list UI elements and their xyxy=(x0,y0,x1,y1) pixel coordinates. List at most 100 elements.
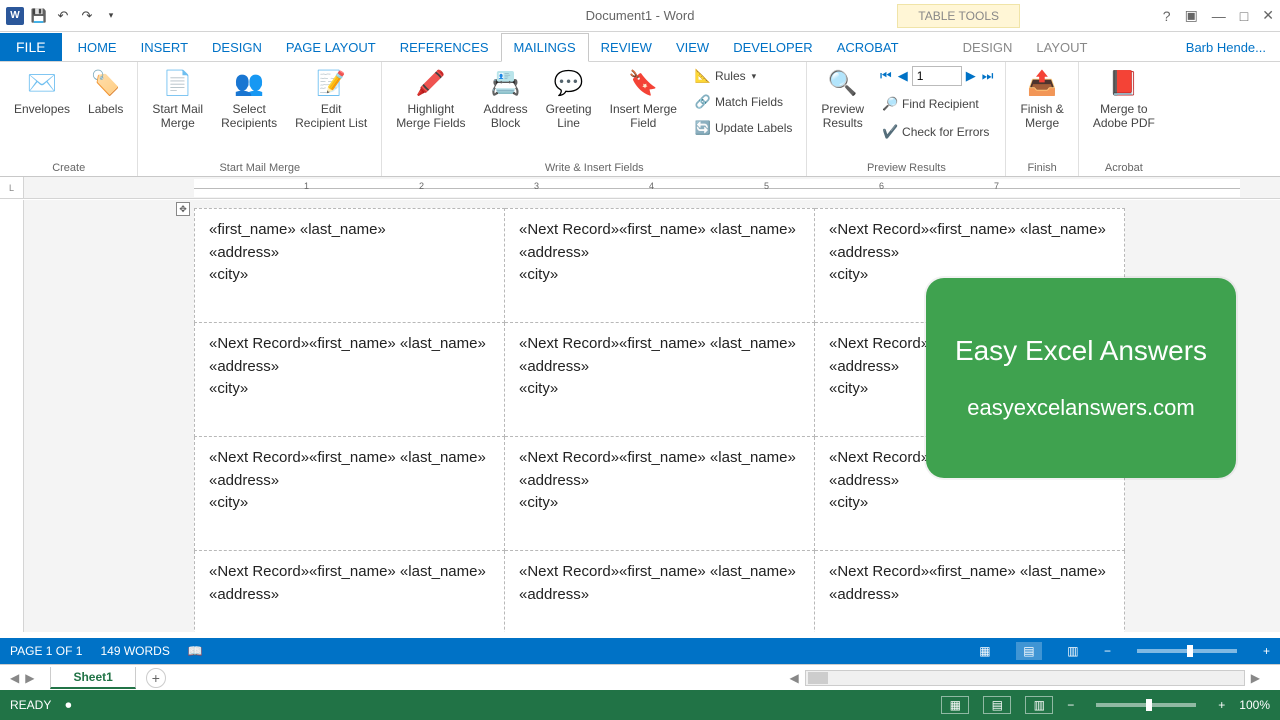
zoom-slider[interactable] xyxy=(1137,649,1237,653)
tab-developer[interactable]: DEVELOPER xyxy=(721,34,824,61)
tab-acrobat[interactable]: ACROBAT xyxy=(825,34,911,61)
redo-icon[interactable]: ↷ xyxy=(76,5,98,27)
insert-merge-field-button[interactable]: 🔖 Insert Merge Field xyxy=(606,66,681,133)
ruler-tick: 1 xyxy=(304,181,309,191)
page-indicator[interactable]: PAGE 1 OF 1 xyxy=(10,644,82,658)
merge-field-line: «address» xyxy=(829,584,1110,607)
excel-zoom-out-icon[interactable]: − xyxy=(1067,698,1074,712)
label-cell[interactable]: «Next Record»«first_name» «last_name» «a… xyxy=(505,551,815,633)
next-record-icon[interactable]: ▶ xyxy=(964,68,978,84)
tab-view[interactable]: VIEW xyxy=(664,34,721,61)
user-name[interactable]: Barb Hende... xyxy=(1182,34,1270,61)
page-break-view-icon[interactable]: ▥ xyxy=(1025,696,1053,714)
merge-field-line: «address» xyxy=(209,470,490,493)
check-label: Check for Errors xyxy=(902,125,989,139)
minimize-icon[interactable]: — xyxy=(1212,8,1226,24)
label-cell[interactable]: «Next Record»«first_name» «last_name» «a… xyxy=(505,209,815,323)
scroll-left-icon[interactable]: ◀ xyxy=(790,671,799,685)
tab-page-layout[interactable]: PAGE LAYOUT xyxy=(274,34,388,61)
word-count[interactable]: 149 WORDS xyxy=(100,644,169,658)
check-errors-button[interactable]: ✔️ Check for Errors xyxy=(878,122,995,142)
labels-button[interactable]: 🏷️ Labels xyxy=(84,66,127,118)
tab-references[interactable]: REFERENCES xyxy=(388,34,501,61)
zoom-out-icon[interactable]: − xyxy=(1104,644,1111,658)
ruler-tick: 2 xyxy=(419,181,424,191)
record-number-input[interactable] xyxy=(912,66,962,86)
check-icon: ✔️ xyxy=(882,124,898,140)
address-block-button[interactable]: 📇 Address Block xyxy=(480,66,532,133)
new-sheet-icon[interactable]: + xyxy=(146,668,166,688)
rules-button[interactable]: 📐Rules▾ xyxy=(691,66,796,86)
maximize-icon[interactable]: □ xyxy=(1240,8,1248,24)
sheet-prev-icon[interactable]: ◀ xyxy=(10,671,19,685)
label-cell[interactable]: «first_name» «last_name» «address» «city… xyxy=(195,209,505,323)
table-tools-label: TABLE TOOLS xyxy=(897,4,1020,28)
find-recipient-button[interactable]: 🔎Find Recipient xyxy=(878,94,995,114)
vertical-ruler[interactable] xyxy=(0,200,24,632)
tab-tools-design[interactable]: DESIGN xyxy=(951,34,1025,61)
merge-field-line: «address» xyxy=(519,356,800,379)
label-cell[interactable]: «Next Record»«first_name» «last_name» «a… xyxy=(505,323,815,437)
edit-list-icon: 📝 xyxy=(315,68,347,100)
merge-field-line: «city» xyxy=(519,378,800,401)
excel-zoom-level[interactable]: 100% xyxy=(1239,698,1270,712)
ribbon-options-icon[interactable]: ▣ xyxy=(1185,7,1198,24)
ribbon-group-preview: 🔍 Preview Results ⏮ ◀ ▶ ⏭ 🔎Find Recipien… xyxy=(807,62,1006,176)
excel-zoom-in-icon[interactable]: + xyxy=(1218,698,1225,712)
scroll-right-icon[interactable]: ▶ xyxy=(1251,671,1260,685)
zoom-in-icon[interactable]: + xyxy=(1263,644,1270,658)
page-layout-view-icon[interactable]: ▤ xyxy=(983,696,1011,714)
last-record-icon[interactable]: ⏭ xyxy=(980,68,996,84)
save-icon[interactable]: 💾 xyxy=(28,5,50,27)
first-record-icon[interactable]: ⏮ xyxy=(878,68,894,84)
prev-record-icon[interactable]: ◀ xyxy=(896,68,910,84)
tab-review[interactable]: REVIEW xyxy=(589,34,664,61)
normal-view-icon[interactable]: ▦ xyxy=(941,696,969,714)
undo-icon[interactable]: ↶ xyxy=(52,5,74,27)
edit-recipient-list-button[interactable]: 📝 Edit Recipient List xyxy=(291,66,371,133)
update-icon: 🔄 xyxy=(695,120,711,136)
update-labels-button[interactable]: 🔄Update Labels xyxy=(691,118,796,138)
merge-field-line: «address» xyxy=(519,242,800,265)
label-cell[interactable]: «Next Record»«first_name» «last_name» «a… xyxy=(505,437,815,551)
excel-sheet-tabs: ◀ ▶ Sheet1 + ◀ ▶ xyxy=(0,664,1280,690)
horizontal-ruler[interactable]: 1 2 3 4 5 6 7 xyxy=(194,179,1240,197)
preview-label: Preview Results xyxy=(821,102,864,131)
help-icon[interactable]: ? xyxy=(1163,8,1171,24)
horizontal-scrollbar[interactable] xyxy=(805,670,1245,686)
tab-insert[interactable]: INSERT xyxy=(129,34,200,61)
label-cell[interactable]: «Next Record»«first_name» «last_name» «a… xyxy=(815,551,1125,633)
tab-design[interactable]: DESIGN xyxy=(200,34,274,61)
web-layout-icon[interactable]: ▥ xyxy=(1060,642,1086,660)
tab-home[interactable]: HOME xyxy=(66,34,129,61)
labels-icon: 🏷️ xyxy=(90,68,122,100)
tab-mailings[interactable]: MAILINGS xyxy=(501,33,589,62)
greeting-line-button[interactable]: 💬 Greeting Line xyxy=(542,66,596,133)
macro-record-icon[interactable]: ⏺ xyxy=(65,698,71,713)
read-mode-icon[interactable]: ▦ xyxy=(972,642,998,660)
sheet-tab-active[interactable]: Sheet1 xyxy=(50,667,135,689)
select-recipients-button[interactable]: 👥 Select Recipients xyxy=(217,66,281,133)
label-cell[interactable]: «Next Record»«first_name» «last_name» «a… xyxy=(195,323,505,437)
tab-tools-layout[interactable]: LAYOUT xyxy=(1024,34,1099,61)
close-icon[interactable]: ✕ xyxy=(1262,7,1274,24)
preview-results-button[interactable]: 🔍 Preview Results xyxy=(817,66,868,133)
table-move-handle-icon[interactable]: ✥ xyxy=(176,202,190,216)
envelopes-button[interactable]: ✉️ Envelopes xyxy=(10,66,74,118)
match-fields-button[interactable]: 🔗Match Fields xyxy=(691,92,796,112)
highlight-merge-fields-button[interactable]: 🖍️ Highlight Merge Fields xyxy=(392,66,469,133)
label-cell[interactable]: «Next Record»«first_name» «last_name» «a… xyxy=(195,551,505,633)
start-mail-merge-button[interactable]: 📄 Start Mail Merge xyxy=(148,66,207,133)
qat-dropdown-icon[interactable]: ▾ xyxy=(100,5,122,27)
proofing-icon[interactable]: 📖 xyxy=(188,644,203,658)
sheet-next-icon[interactable]: ▶ xyxy=(25,671,34,685)
tab-file[interactable]: FILE xyxy=(0,33,62,61)
excel-zoom-slider[interactable] xyxy=(1096,703,1196,707)
merge-to-pdf-button[interactable]: 📕 Merge to Adobe PDF xyxy=(1089,66,1159,133)
highlight-icon: 🖍️ xyxy=(415,68,447,100)
label-cell[interactable]: «Next Record»«first_name» «last_name» «a… xyxy=(195,437,505,551)
print-layout-icon[interactable]: ▤ xyxy=(1016,642,1042,660)
ruler-tick: 6 xyxy=(879,181,884,191)
finish-merge-button[interactable]: 📤 Finish & Merge xyxy=(1016,66,1067,133)
excel-status-bar: READY ⏺ ▦ ▤ ▥ − + 100% xyxy=(0,690,1280,720)
